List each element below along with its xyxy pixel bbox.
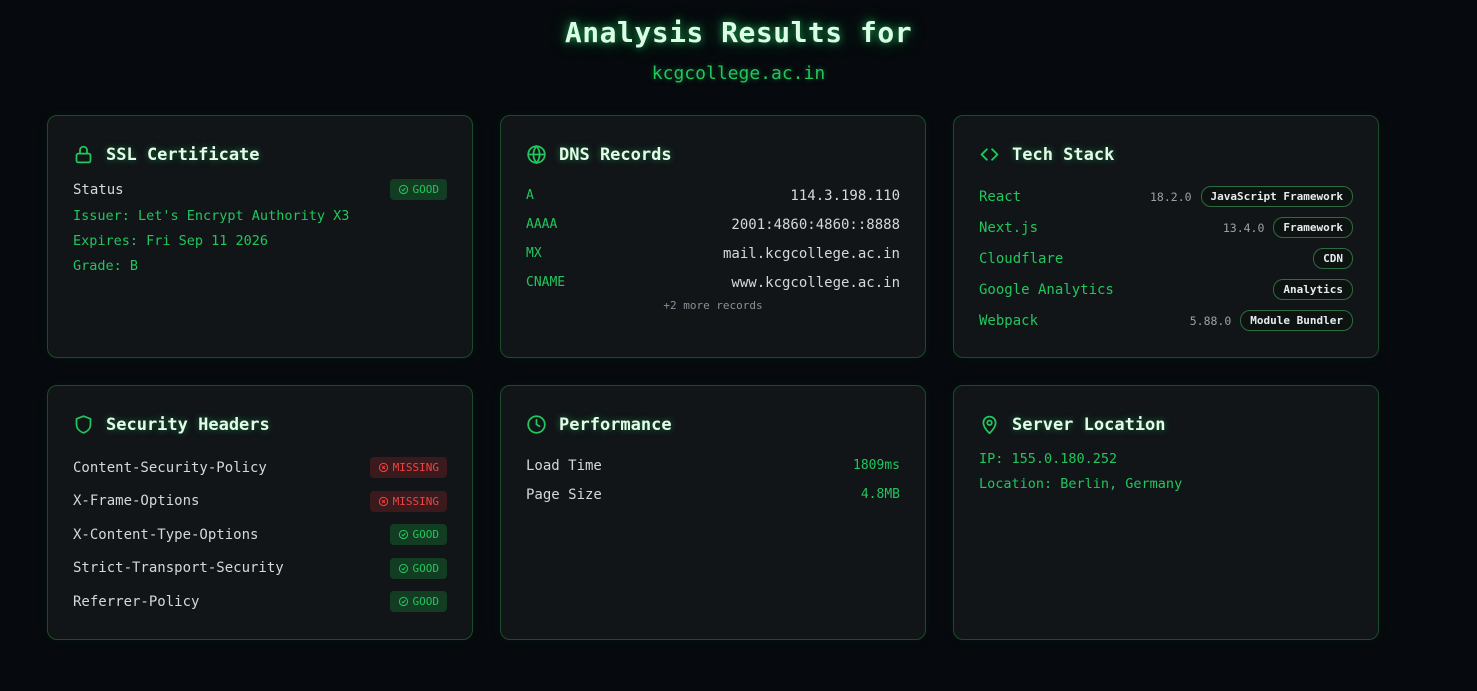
status-badge-text: MISSING bbox=[392, 494, 439, 508]
tech-version: 5.88.0 bbox=[1189, 313, 1232, 328]
tech-item: Next.js 13.4.0 Framework bbox=[979, 212, 1353, 243]
status-badge: GOOD bbox=[389, 557, 447, 579]
tech-item: Webpack 5.88.0 Module Bundler bbox=[979, 305, 1353, 336]
clock-icon bbox=[527, 415, 546, 434]
ssl-status-label: Status bbox=[73, 181, 124, 198]
dns-record-type: MX bbox=[526, 246, 542, 261]
dns-record-row: MX mail.kcgcollege.ac.in bbox=[526, 239, 900, 268]
x-circle-icon bbox=[378, 463, 388, 473]
shield-icon bbox=[75, 415, 92, 434]
dns-record-type: A bbox=[526, 188, 534, 203]
security-headers-card: Security Headers Content-Security-Policy… bbox=[47, 385, 473, 640]
server-location-card-title: Server Location bbox=[1012, 414, 1166, 435]
security-header-name: X-Content-Type-Options bbox=[73, 526, 259, 543]
code-icon bbox=[980, 148, 999, 161]
security-header-name: Strict-Transport-Security bbox=[73, 560, 284, 577]
ssl-issuer: Issuer: Let's Encrypt Authority X3 bbox=[73, 208, 350, 224]
status-badge-text: GOOD bbox=[412, 595, 440, 609]
performance-card-title: Performance bbox=[559, 414, 672, 435]
tech-category-pill: Analytics bbox=[1273, 279, 1353, 300]
check-circle-icon bbox=[398, 184, 408, 195]
check-circle-icon bbox=[398, 597, 408, 607]
status-badge: GOOD bbox=[389, 179, 447, 200]
security-header-row: Referrer-Policy GOOD bbox=[73, 585, 447, 619]
performance-metric-label: Load Time bbox=[526, 457, 602, 474]
lock-icon bbox=[75, 145, 92, 164]
dns-record-row: CNAME www.kcgcollege.ac.in bbox=[526, 268, 900, 297]
ssl-card: SSL Certificate Status GOOD Issuer: Let'… bbox=[47, 115, 473, 358]
ssl-status-row: Status GOOD bbox=[73, 179, 447, 200]
ssl-expires: Expires: Fri Sep 11 2026 bbox=[73, 233, 269, 249]
tech-stack-card: Tech Stack React 18.2.0 JavaScript Frame… bbox=[953, 115, 1379, 358]
status-badge-text: GOOD bbox=[412, 183, 440, 196]
dns-record-type: AAAA bbox=[526, 217, 558, 232]
dns-record-row: A 114.3.198.110 bbox=[526, 181, 900, 210]
check-circle-icon bbox=[398, 530, 408, 540]
dns-record-row: AAAA 2001:4860:4860::8888 bbox=[526, 210, 900, 239]
analyzed-domain: kcgcollege.ac.in bbox=[651, 63, 826, 84]
security-header-name: Content-Security-Policy bbox=[73, 459, 267, 476]
tech-version: 13.4.0 bbox=[1222, 220, 1265, 235]
server-location: Location: Berlin, Germany bbox=[979, 476, 1183, 492]
tech-version: 18.2.0 bbox=[1150, 189, 1192, 204]
security-header-row: Strict-Transport-Security GOOD bbox=[73, 552, 447, 586]
tech-name: Webpack bbox=[979, 312, 1039, 329]
dns-record-value: 2001:4860:4860::8888 bbox=[731, 216, 900, 233]
tech-name: Next.js bbox=[979, 219, 1039, 236]
page-title: Analysis Results for bbox=[564, 16, 913, 49]
performance-metric-row: Load Time 1809ms bbox=[526, 451, 900, 480]
tech-category-pill: CDN bbox=[1313, 248, 1353, 269]
globe-icon bbox=[527, 144, 546, 165]
security-header-name: Referrer-Policy bbox=[73, 593, 200, 610]
performance-metric-value: 4.8MB bbox=[860, 487, 900, 502]
security-headers-card-title: Security Headers bbox=[106, 414, 270, 435]
dns-card-title: DNS Records bbox=[559, 144, 672, 165]
tech-item: Cloudflare CDN bbox=[979, 243, 1353, 274]
check-circle-icon bbox=[398, 563, 408, 573]
dns-record-value: 114.3.198.110 bbox=[790, 187, 900, 204]
tech-name: React bbox=[979, 188, 1022, 205]
ssl-grade: Grade: B bbox=[73, 258, 139, 274]
performance-metric-label: Page Size bbox=[526, 486, 602, 503]
security-header-row: X-Frame-Options MISSING bbox=[73, 485, 447, 519]
tech-name: Google Analytics bbox=[979, 281, 1114, 298]
performance-card: Performance Load Time 1809ms Page Size 4… bbox=[500, 385, 926, 640]
tech-category-pill: JavaScript Framework bbox=[1200, 186, 1353, 207]
tech-item: React 18.2.0 JavaScript Framework bbox=[979, 181, 1353, 212]
results-grid: SSL Certificate Status GOOD Issuer: Let'… bbox=[47, 115, 1379, 640]
server-location-card: Server Location IP: 155.0.180.252 Locati… bbox=[953, 385, 1379, 640]
tech-stack-card-title: Tech Stack bbox=[1012, 144, 1115, 165]
tech-item: Google Analytics Analytics bbox=[979, 274, 1353, 305]
tech-name: Cloudflare bbox=[979, 250, 1064, 267]
server-ip: IP: 155.0.180.252 bbox=[979, 451, 1118, 467]
performance-metric-row: Page Size 4.8MB bbox=[526, 480, 900, 509]
dns-card: DNS Records A 114.3.198.110 AAAA 2001:48… bbox=[500, 115, 926, 358]
performance-metric-value: 1809ms bbox=[853, 458, 900, 473]
status-badge-text: GOOD bbox=[412, 528, 440, 542]
dns-record-value: www.kcgcollege.ac.in bbox=[731, 274, 900, 291]
status-badge: GOOD bbox=[389, 524, 447, 546]
tech-category-pill: Module Bundler bbox=[1240, 310, 1353, 331]
status-badge: MISSING bbox=[369, 490, 447, 512]
security-header-row: X-Content-Type-Options GOOD bbox=[73, 518, 447, 552]
dns-record-type: CNAME bbox=[526, 275, 566, 290]
status-badge-text: GOOD bbox=[412, 561, 440, 575]
status-badge: GOOD bbox=[389, 591, 447, 613]
dns-more-records: +2 more records bbox=[663, 299, 763, 312]
tech-category-pill: Framework bbox=[1273, 217, 1353, 238]
map-pin-icon bbox=[982, 415, 997, 435]
page-header: Analysis Results for kcgcollege.ac.in bbox=[0, 0, 1477, 84]
ssl-card-title: SSL Certificate bbox=[106, 144, 260, 165]
dns-record-value: mail.kcgcollege.ac.in bbox=[722, 245, 900, 262]
security-header-name: X-Frame-Options bbox=[73, 493, 200, 510]
x-circle-icon bbox=[378, 496, 388, 506]
status-badge-text: MISSING bbox=[392, 461, 439, 475]
security-header-row: Content-Security-Policy MISSING bbox=[73, 451, 447, 485]
status-badge: MISSING bbox=[369, 457, 447, 479]
